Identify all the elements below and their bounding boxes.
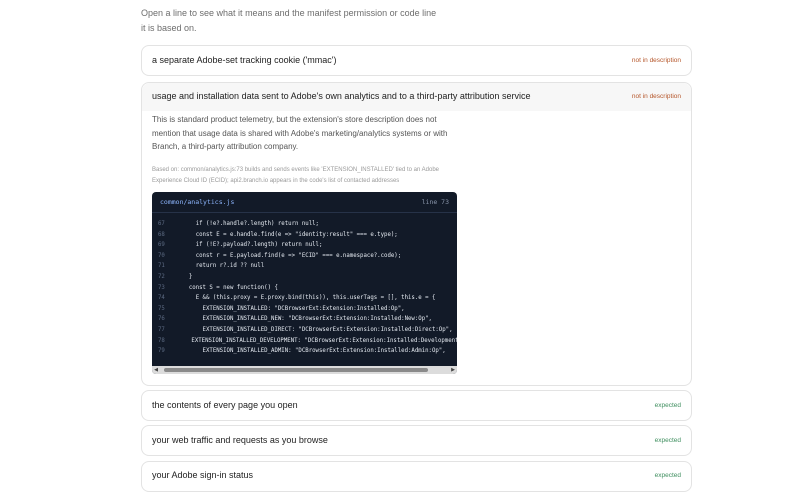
line-number: 67 [158,221,165,227]
line-number: 79 [158,348,165,355]
finding-basis: Based on: common/analytics.js:73 builds … [152,167,439,184]
status-badge: expected [654,436,681,444]
status-badge: not in description [631,92,681,100]
status-badge: expected [654,401,681,409]
code-row: 69 if (!E?.payload?.length) return null; [152,240,457,251]
finding-title: your Adobe sign-in status [152,470,254,480]
finding-card-sign-in[interactable]: your Adobe sign-in status expected [141,461,692,492]
code-row: 72 } [152,272,457,283]
code-text: EXTENSION_INSTALLED: "DCBrowserExt:Exten… [182,305,405,312]
code-row: 70 const r = E.payload.find(e => "ECID" … [152,251,457,262]
code-header: common/analytics.js line 73 [152,192,457,213]
scrollbar-thumb[interactable] [164,368,428,372]
finding-title: the contents of every page you open [152,400,298,410]
code-text: const E = e.handle.find(e => "identity:r… [182,231,398,238]
code-row: 79 EXTENSION_INSTALLED_ADMIN: "DCBrowser… [152,346,457,357]
code-text: if (!E?.payload?.length) return null; [182,242,323,249]
finding-title: usage and installation data sent to Adob… [152,91,531,101]
code-file-name: common/analytics.js [160,198,235,206]
finding-card-analytics: usage and installation data sent to Adob… [141,82,692,386]
code-viewer: common/analytics.js line 73 67 if (!e?.h… [152,192,457,374]
line-number: 68 [158,231,165,238]
scroll-right-icon[interactable]: ▶ [449,366,457,374]
code-text: EXTENSION_INSTALLED_DEVELOPMENT: "DCBrow… [170,337,457,344]
line-number: 74 [158,295,165,302]
status-badge: expected [654,471,681,479]
code-line-label: line 73 [421,198,449,206]
code-row: 78 EXTENSION_INSTALLED_DEVELOPMENT: "DCB… [152,336,457,347]
line-number: 72 [158,273,165,280]
code-row: 74 E && (this.proxy = E.proxy.bind(this)… [152,293,457,304]
line-number: 75 [158,305,165,312]
finding-card-cookie[interactable]: a separate Adobe-set tracking cookie ('m… [141,45,692,76]
intro-text: Open a line to see what it means and the… [141,8,437,33]
code-text: EXTENSION_INSTALLED_ADMIN: "DCBrowserExt… [182,348,446,355]
finding-explanation: This is standard product telemetry, but … [152,115,448,151]
code-row: 67 if (!e?.handle?.length) return null; [152,219,457,230]
finding-title: a separate Adobe-set tracking cookie ('m… [152,55,337,65]
scroll-left-icon[interactable]: ◀ [152,366,160,374]
status-badge: not in description [631,56,681,64]
code-row: 75 EXTENSION_INSTALLED: "DCBrowserExt:Ex… [152,304,457,315]
line-number: 69 [158,242,165,249]
finding-card-web-traffic[interactable]: your web traffic and requests as you bro… [141,425,692,456]
code-text: const S = new function() { [182,284,278,291]
code-row: 68 const E = e.handle.find(e => "identit… [152,230,457,241]
code-row: 71 return r?.id ?? null [152,261,457,272]
code-text: E && (this.proxy = E.proxy.bind(this)), … [182,295,436,302]
line-number: 78 [158,337,165,344]
code-text: } [182,273,193,280]
code-text: if (!e?.handle?.length) return null; [182,221,319,227]
code-text: const r = E.payload.find(e => "ECID" ===… [182,252,402,259]
code-row-highlighted: 73 const S = new function() { [152,283,457,294]
line-number: 77 [158,326,165,333]
horizontal-scrollbar[interactable]: ◀ ▶ [152,366,457,374]
code-text: EXTENSION_INSTALLED_NEW: "DCBrowserExt:E… [182,316,432,323]
finding-title: your web traffic and requests as you bro… [152,435,328,445]
line-number: 70 [158,252,165,259]
line-number: 76 [158,316,165,323]
code-text: return r?.id ?? null [182,263,265,270]
code-row: 76 EXTENSION_INSTALLED_NEW: "DCBrowserEx… [152,314,457,325]
finding-card-page-contents[interactable]: the contents of every page you open expe… [141,390,692,421]
line-number: 73 [158,284,165,291]
code-row: 77 EXTENSION_INSTALLED_DIRECT: "DCBrowse… [152,325,457,336]
code-body: 67 if (!e?.handle?.length) return null; … [152,219,457,362]
line-number: 71 [158,263,165,270]
code-text: EXTENSION_INSTALLED_DIRECT: "DCBrowserEx… [182,326,453,333]
